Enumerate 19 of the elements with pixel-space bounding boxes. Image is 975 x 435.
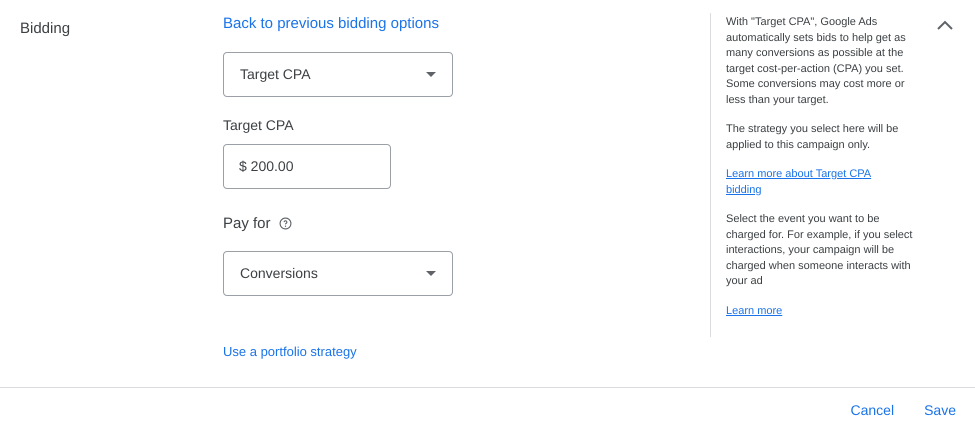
dropdown-select[interactable]: Target CPA — [223, 52, 453, 96]
back-link[interactable]: Back to previous bidding options — [223, 13, 439, 36]
help-text: With "Target CPA", Google Ads automatically sets bids to help get as many conversions as possible at the target cost-per-action (CPA) you set. Some conversions may cost more or less than your target. — [726, 15, 907, 108]
help-text: The strategy you select here will be applied to this campaign only. — [726, 122, 900, 152]
footer-button[interactable]: Save — [924, 400, 956, 421]
help-link[interactable]: Learn more about Target CPA bidding — [726, 167, 906, 198]
section-title: Bidding — [20, 20, 70, 37]
help-link[interactable]: Learn more — [726, 304, 906, 319]
chevron-up-icon[interactable] — [937, 20, 953, 30]
dropdown-caret-icon — [426, 271, 436, 276]
field-label: Target CPA — [223, 116, 294, 135]
dropdown-select[interactable]: Conversions — [223, 251, 453, 296]
help-text: Select the event you want to be charged for. For example, if you select interactions, your campaign will be charged when someone interacts with your ad — [726, 212, 914, 289]
dropdown-caret-icon — [426, 72, 436, 76]
footer-button[interactable]: Cancel — [850, 400, 894, 421]
target-cpa-input[interactable]: $ 200.00 — [223, 144, 391, 188]
portfolio-strategy-link[interactable]: Use a portfolio strategy — [223, 342, 357, 362]
field-label: Pay for — [223, 214, 271, 234]
help-icon[interactable] — [278, 217, 292, 230]
